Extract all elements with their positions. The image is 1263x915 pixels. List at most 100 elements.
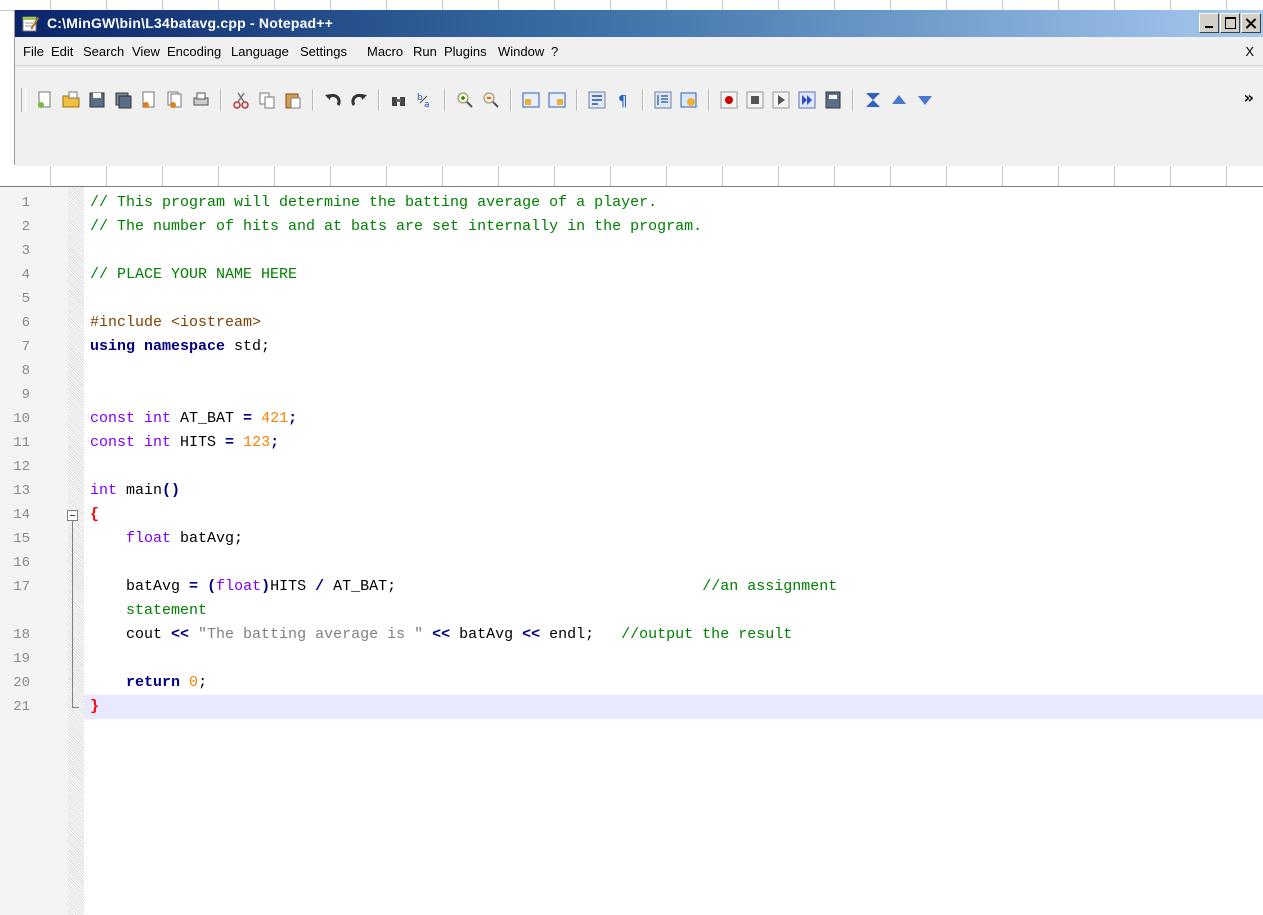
line-number: 7 [21,339,30,355]
line-number: 2 [21,219,30,235]
code-line[interactable]: // This program will determine the batti… [90,191,657,215]
record-macro-icon[interactable] [719,90,739,110]
trim-icon[interactable] [863,90,883,110]
up-arrow-icon[interactable] [889,90,909,110]
menu-encoding[interactable]: Encoding [167,44,221,59]
word-wrap-icon[interactable] [587,90,607,110]
code-line[interactable]: { [90,503,99,527]
code-line[interactable]: statement [90,599,207,623]
code-line[interactable]: batAvg = (float)HITS / AT_BAT; //an assi… [90,575,837,599]
code-token: const int [90,410,172,427]
menu-bar: X File Edit Search View Encoding Language Sett… [15,37,1263,65]
code-line[interactable]: #include <iostream> [90,311,261,335]
menu-window[interactable]: Window [498,44,544,59]
menu-language[interactable]: Language [231,44,289,59]
code-token: ; [198,674,208,691]
replace-icon[interactable]: ba [415,90,435,110]
toolbar-separator [510,89,512,111]
code-line[interactable]: } [90,695,99,719]
run-macro-multiple-icon[interactable] [797,90,817,110]
line-number: 8 [21,363,30,379]
code-token: HITS [270,578,316,595]
line-number: 20 [13,675,30,691]
sync-horizontal-icon[interactable] [547,90,567,110]
line-number: 19 [13,651,30,667]
code-token: } [90,698,100,715]
menu-help[interactable]: ? [551,44,558,59]
down-arrow-icon[interactable] [915,90,935,110]
toolbar-grip[interactable] [21,88,26,112]
stop-macro-icon[interactable] [745,90,765,110]
copy-icon[interactable] [257,90,277,110]
code-line[interactable]: using namespace std; [90,335,270,359]
show-all-chars-icon[interactable]: ¶ [613,90,633,110]
print-icon[interactable] [191,90,211,110]
code-token: // PLACE YOUR NAME HERE [90,266,298,283]
cut-icon[interactable] [231,90,251,110]
code-line[interactable]: float batAvg; [90,527,243,551]
code-token: //an assignment [396,578,838,595]
code-line[interactable]: int main() [90,479,180,503]
maximize-button[interactable] [1220,13,1240,33]
menu-plugins[interactable]: Plugins [444,44,487,59]
toolbar-row: b a ¶ [21,86,938,114]
title-bar[interactable]: C:\MinGW\bin\L34batavg.cpp - Notepad++ [15,10,1263,37]
line-number: 15 [13,531,30,547]
code-token: ( [207,578,217,595]
close-document-button[interactable]: X [1245,44,1254,59]
new-file-icon[interactable] [35,90,55,110]
line-number: 21 [13,699,30,715]
redo-icon[interactable] [349,90,369,110]
menu-settings[interactable]: Settings [300,44,347,59]
menu-macro[interactable]: Macro [367,44,403,59]
notepadpp-app-icon [22,16,40,32]
line-number: 13 [13,483,30,499]
code-line[interactable]: const int HITS = 123; [90,431,279,455]
paste-icon[interactable] [283,90,303,110]
code-token: int [90,482,118,499]
toolbar-separator [852,89,854,111]
code-token: = [189,578,199,595]
toolbar-overflow-button[interactable]: » [1244,88,1254,107]
menu-file[interactable]: File [23,44,44,59]
find-icon[interactable] [389,90,409,110]
code-token: { [90,506,100,523]
menu-edit[interactable]: Edit [51,44,73,59]
code-line[interactable]: // PLACE YOUR NAME HERE [90,263,297,287]
code-editor[interactable]: 1 // This program will determine the batt… [0,187,1263,915]
close-all-icon[interactable] [165,90,185,110]
code-token: const int [90,434,172,451]
open-file-icon[interactable] [61,90,81,110]
minimize-button[interactable] [1199,13,1219,33]
code-token: batAvg [450,626,523,643]
code-token: // The number of hits and at bats are se… [90,218,703,235]
code-line[interactable]: // The number of hits and at bats are se… [90,215,702,239]
zoom-in-icon[interactable] [455,90,475,110]
code-line[interactable]: const int AT_BAT = 421; [90,407,297,431]
close-button[interactable] [1241,13,1261,33]
fold-toggle-button[interactable] [67,510,78,521]
save-macro-icon[interactable] [823,90,843,110]
zoom-out-icon[interactable] [481,90,501,110]
play-macro-icon[interactable] [771,90,791,110]
save-icon[interactable] [87,90,107,110]
menu-search[interactable]: Search [83,44,124,59]
menu-view[interactable]: View [132,44,160,59]
indent-guide-icon[interactable] [653,90,673,110]
code-line[interactable]: cout << "The batting average is " << bat… [90,623,792,647]
menu-run[interactable]: Run [413,44,437,59]
user-lang-icon[interactable] [679,90,699,110]
line-number: 18 [13,627,30,643]
close-icon[interactable] [139,90,159,110]
undo-icon[interactable] [323,90,343,110]
save-all-icon[interactable] [113,90,133,110]
code-line[interactable]: return 0; [90,671,207,695]
sync-vertical-icon[interactable] [521,90,541,110]
toolbar-separator [220,89,222,111]
code-token: main [117,482,163,499]
